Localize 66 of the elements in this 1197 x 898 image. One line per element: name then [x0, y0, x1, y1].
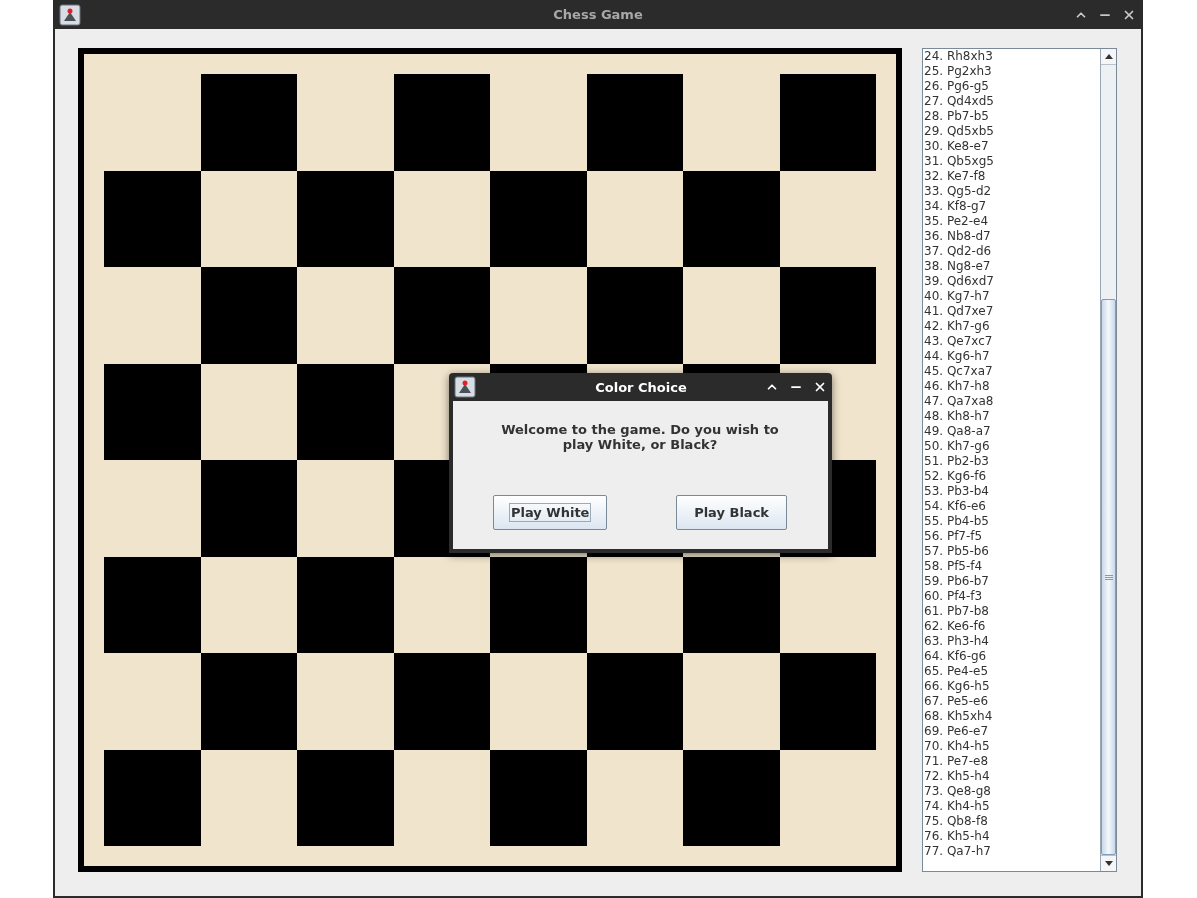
- move-entry[interactable]: 70. Kh4-h5: [924, 739, 1100, 754]
- scroll-down-icon[interactable]: [1101, 855, 1116, 871]
- dialog-message: Welcome to the game. Do you wish to play White, or Black?: [500, 422, 780, 452]
- app-icon: [59, 3, 81, 26]
- move-entry[interactable]: 41. Qd7xe7: [924, 304, 1100, 319]
- move-entry[interactable]: 77. Qa7-h7: [924, 844, 1100, 859]
- move-entry[interactable]: 31. Qb5xg5: [924, 154, 1100, 169]
- move-entry[interactable]: 28. Pb7-b5: [924, 109, 1100, 124]
- move-entry[interactable]: 52. Kg6-f6: [924, 469, 1100, 484]
- scroll-thumb[interactable]: [1101, 299, 1116, 855]
- scroll-up-icon[interactable]: [1101, 49, 1116, 65]
- move-entry[interactable]: 72. Kh5-h4: [924, 769, 1100, 784]
- close-icon[interactable]: [813, 380, 827, 394]
- move-entry[interactable]: 51. Pb2-b3: [924, 454, 1100, 469]
- move-entry[interactable]: 43. Qe7xc7: [924, 334, 1100, 349]
- move-entry[interactable]: 76. Kh5-h4: [924, 829, 1100, 844]
- move-entry[interactable]: 50. Kh7-g6: [924, 439, 1100, 454]
- app-icon: [454, 376, 476, 398]
- move-entry[interactable]: 32. Ke7-f8: [924, 169, 1100, 184]
- move-entry[interactable]: 33. Qg5-d2: [924, 184, 1100, 199]
- move-entry[interactable]: 30. Ke8-e7: [924, 139, 1100, 154]
- move-entry[interactable]: 49. Qa8-a7: [924, 424, 1100, 439]
- move-entry[interactable]: 46. Kh7-h8: [924, 379, 1100, 394]
- move-entry[interactable]: 38. Ng8-e7: [924, 259, 1100, 274]
- move-entry[interactable]: 74. Kh4-h5: [924, 799, 1100, 814]
- move-entry[interactable]: 65. Pe4-e5: [924, 664, 1100, 679]
- move-entry[interactable]: 40. Kg7-h7: [924, 289, 1100, 304]
- move-entry[interactable]: 58. Pf5-f4: [924, 559, 1100, 574]
- dialog-title: Color Choice: [594, 379, 688, 395]
- move-entry[interactable]: 48. Kh8-h7: [924, 409, 1100, 424]
- move-entry[interactable]: 29. Qd5xb5: [924, 124, 1100, 139]
- move-entry[interactable]: 71. Pe7-e8: [924, 754, 1100, 769]
- move-entry[interactable]: 24. Rh8xh3: [924, 49, 1100, 64]
- move-entry[interactable]: 69. Pe6-e7: [924, 724, 1100, 739]
- move-entry[interactable]: 68. Kh5xh4: [924, 709, 1100, 724]
- move-entry[interactable]: 55. Pb4-b5: [924, 514, 1100, 529]
- scrollbar[interactable]: [1100, 49, 1116, 871]
- move-entry[interactable]: 26. Pg6-g5: [924, 79, 1100, 94]
- move-entry[interactable]: 25. Pg2xh3: [924, 64, 1100, 79]
- choice-button[interactable]: Play Black: [676, 495, 787, 530]
- move-entry[interactable]: 73. Qe8-g8: [924, 784, 1100, 799]
- move-entry[interactable]: 56. Pf7-f5: [924, 529, 1100, 544]
- move-entry[interactable]: 66. Kg6-h5: [924, 679, 1100, 694]
- move-entry[interactable]: 75. Qb8-f8: [924, 814, 1100, 829]
- move-entry[interactable]: 60. Pf4-f3: [924, 589, 1100, 604]
- move-entry[interactable]: 63. Ph3-h4: [924, 634, 1100, 649]
- move-entry[interactable]: 45. Qc7xa7: [924, 364, 1100, 379]
- move-entry[interactable]: 47. Qa7xa8: [924, 394, 1100, 409]
- window-title: Chess Game: [552, 7, 644, 22]
- move-entry[interactable]: 37. Qd2-d6: [924, 244, 1100, 259]
- move-entry[interactable]: 64. Kf6-g6: [924, 649, 1100, 664]
- move-entry[interactable]: 54. Kf6-e6: [924, 499, 1100, 514]
- move-entry[interactable]: 42. Kh7-g6: [924, 319, 1100, 334]
- move-entry[interactable]: 44. Kg6-h7: [924, 349, 1100, 364]
- move-entry[interactable]: 59. Pb6-b7: [924, 574, 1100, 589]
- choice-button[interactable]: Play White: [493, 495, 608, 530]
- move-entry[interactable]: 39. Qd6xd7: [924, 274, 1100, 289]
- move-entry[interactable]: 61. Pb7-b8: [924, 604, 1100, 619]
- move-entry[interactable]: 35. Pe2-e4: [924, 214, 1100, 229]
- move-entry[interactable]: 53. Pb3-b4: [924, 484, 1100, 499]
- move-entry[interactable]: 27. Qd4xd5: [924, 94, 1100, 109]
- move-entry[interactable]: 62. Ke6-f6: [924, 619, 1100, 634]
- move-entry[interactable]: 57. Pb5-b6: [924, 544, 1100, 559]
- move-entry[interactable]: 36. Nb8-d7: [924, 229, 1100, 244]
- move-entry[interactable]: 34. Kf8-g7: [924, 199, 1100, 214]
- move-entry[interactable]: 67. Pe5-e6: [924, 694, 1100, 709]
